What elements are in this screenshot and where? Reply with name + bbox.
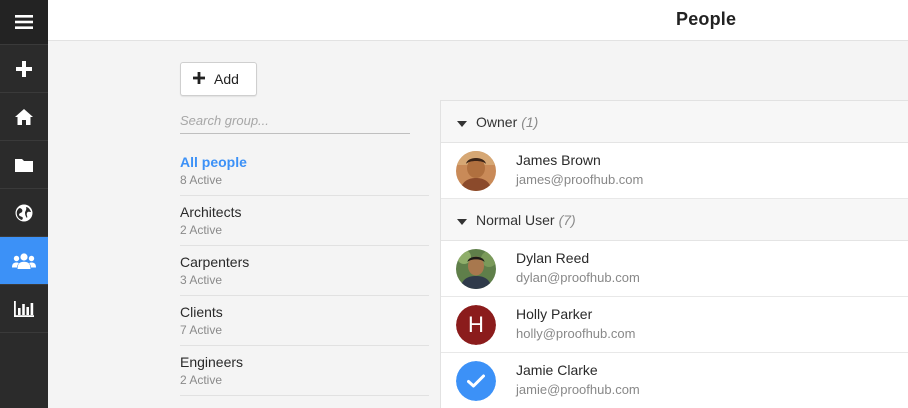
person-row[interactable]: James Brown james@proofhub.com xyxy=(441,143,908,199)
person-email: holly@proofhub.com xyxy=(516,326,636,341)
nav-home[interactable] xyxy=(0,93,48,141)
caret-down-icon xyxy=(457,114,467,130)
checkmark-icon xyxy=(456,361,496,401)
search-group-input[interactable] xyxy=(180,108,410,134)
nav-projects[interactable] xyxy=(0,141,48,189)
plus-icon xyxy=(16,60,32,77)
group-name: Carpenters xyxy=(180,254,250,270)
group-name: Clients xyxy=(180,304,223,320)
people-icon xyxy=(12,252,36,270)
group-item-engineers[interactable]: Engineers 2 Active xyxy=(180,346,429,396)
section-header-normal-user[interactable]: Normal User (7) xyxy=(441,199,908,241)
add-button[interactable]: Add xyxy=(180,62,257,96)
top-header: People xyxy=(48,0,908,41)
avatar: H xyxy=(456,305,496,345)
group-list: All people 8 Active Architects 2 Active … xyxy=(180,146,429,396)
section-title: Owner xyxy=(476,113,518,130)
group-name: Architects xyxy=(180,204,242,220)
person-name: Dylan Reed xyxy=(516,250,590,266)
group-count: 7 Active xyxy=(180,323,223,337)
avatar xyxy=(456,249,496,289)
person-email: james@proofhub.com xyxy=(516,172,644,187)
person-name: James Brown xyxy=(516,152,601,168)
page-title: People xyxy=(676,9,737,29)
avatar xyxy=(456,361,496,401)
caret-down-icon xyxy=(457,212,467,228)
globe-icon xyxy=(15,204,33,222)
nav-people[interactable] xyxy=(0,237,48,285)
folder-icon xyxy=(14,157,34,173)
person-name: Holly Parker xyxy=(516,306,593,322)
home-icon xyxy=(14,108,34,126)
add-button-label: Add xyxy=(214,71,239,87)
group-item-architects[interactable]: Architects 2 Active xyxy=(180,196,429,246)
group-count: 2 Active xyxy=(180,373,223,387)
quick-add-button[interactable] xyxy=(0,45,48,93)
group-item-all-people[interactable]: All people 8 Active xyxy=(180,146,429,196)
left-rail xyxy=(0,0,48,408)
person-name: Jamie Clarke xyxy=(516,362,598,378)
plus-icon xyxy=(193,71,205,87)
group-item-carpenters[interactable]: Carpenters 3 Active xyxy=(180,246,429,296)
person-row[interactable]: Dylan Reed dylan@proofhub.com xyxy=(441,241,908,297)
group-item-clients[interactable]: Clients 7 Active xyxy=(180,296,429,346)
person-row[interactable]: Jamie Clarke jamie@proofhub.com xyxy=(441,353,908,408)
section-count: (7) xyxy=(558,211,576,228)
group-name: Engineers xyxy=(180,354,244,370)
person-email: dylan@proofhub.com xyxy=(516,270,640,285)
group-count: 8 Active xyxy=(180,173,223,187)
avatar xyxy=(456,151,496,191)
nav-reports[interactable] xyxy=(0,285,48,333)
menu-icon xyxy=(15,14,33,30)
section-header-owner[interactable]: Owner (1) xyxy=(441,101,908,143)
reports-icon xyxy=(13,300,35,318)
group-name: All people xyxy=(180,154,247,170)
person-row[interactable]: H Holly Parker holly@proofhub.com xyxy=(441,297,908,353)
nav-global[interactable] xyxy=(0,189,48,237)
section-count: (1) xyxy=(521,113,539,130)
section-title: Normal User xyxy=(476,211,555,228)
menu-button[interactable] xyxy=(0,0,48,45)
group-count: 3 Active xyxy=(180,273,223,287)
person-email: jamie@proofhub.com xyxy=(516,382,640,397)
people-panel: Owner (1) James Brown james@proofhub.com… xyxy=(440,100,908,408)
group-count: 2 Active xyxy=(180,223,223,237)
avatar-letter: H xyxy=(456,305,496,345)
